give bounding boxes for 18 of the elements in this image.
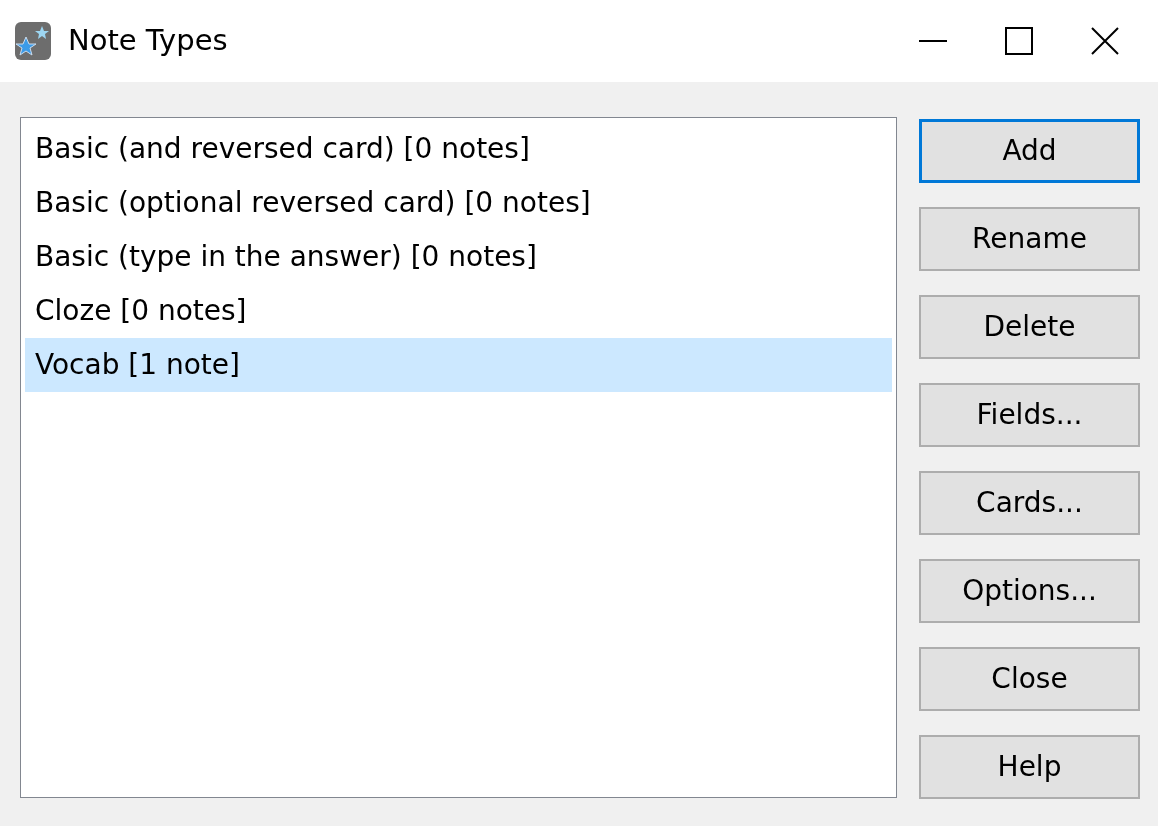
- maximize-icon: [1004, 26, 1034, 56]
- dialog-button[interactable]: Cards...: [919, 471, 1140, 535]
- app-icon: [14, 21, 52, 61]
- note-type-item[interactable]: Basic (optional reversed card) [0 notes]: [25, 176, 892, 230]
- note-type-item[interactable]: Basic (type in the answer) [0 notes]: [25, 230, 892, 284]
- dialog-button[interactable]: Rename: [919, 207, 1140, 271]
- note-type-item[interactable]: Cloze [0 notes]: [25, 284, 892, 338]
- minimize-icon: [919, 40, 947, 42]
- dialog-button[interactable]: Fields...: [919, 383, 1140, 447]
- note-type-item[interactable]: Vocab [1 note]: [25, 338, 892, 392]
- dialog-button[interactable]: Close: [919, 647, 1140, 711]
- dialog-button[interactable]: Options...: [919, 559, 1140, 623]
- window-title: Note Types: [68, 22, 228, 60]
- dialog-button[interactable]: Delete: [919, 295, 1140, 359]
- dialog-button[interactable]: Add: [919, 119, 1140, 183]
- close-icon: [1090, 26, 1120, 56]
- dialog-button[interactable]: Help: [919, 735, 1140, 799]
- note-type-item[interactable]: Basic (and reversed card) [0 notes]: [25, 122, 892, 176]
